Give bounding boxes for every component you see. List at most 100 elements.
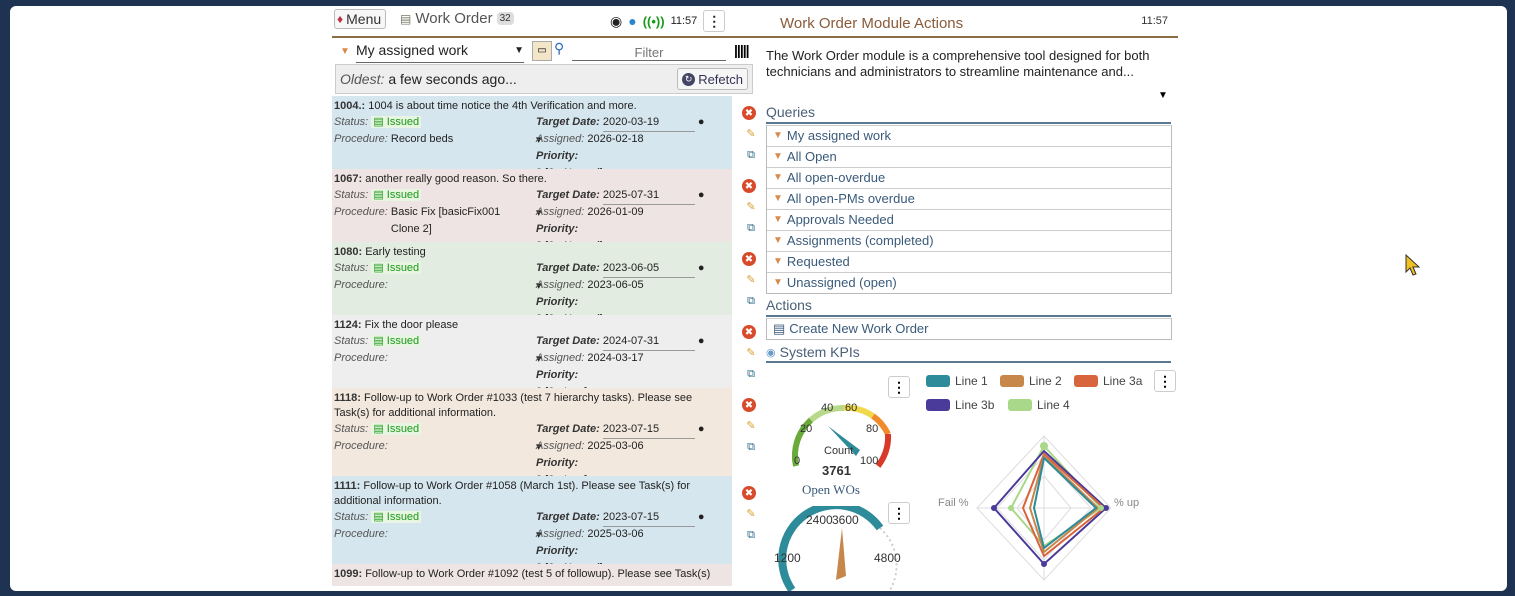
target-date-value[interactable]: 2025-07-31 xyxy=(602,187,695,205)
delete-icon[interactable]: ✖ xyxy=(742,398,756,412)
oldest-label: Oldest: xyxy=(340,71,385,87)
legend-swatch xyxy=(926,375,950,387)
work-order-card[interactable]: 1080: Early testing Status: ▤ Issued Targe… xyxy=(332,242,756,329)
filter-input[interactable] xyxy=(572,44,726,61)
signal-icon[interactable]: ((•)) xyxy=(643,14,665,29)
action-item-label: Create New Work Order xyxy=(789,321,929,336)
radar-axis-label: Fail % xyxy=(938,497,969,509)
target-date-value[interactable]: 2023-07-15 xyxy=(602,421,695,439)
target-date-value[interactable]: 2024-07-31 xyxy=(602,333,695,351)
target-date-value[interactable]: 2023-07-15 xyxy=(602,509,695,527)
work-order-card[interactable]: 1004.: 1004 is about time notice the 4th… xyxy=(332,96,756,183)
query-select[interactable]: My assigned work ▼ xyxy=(356,42,524,63)
query-item[interactable]: ▼ All open-PMs overdue xyxy=(767,188,1171,209)
assigned-value: 2026-01-09 xyxy=(587,206,644,218)
open-wos-gauge: 0 20 40 60 80 100 Count 3761 xyxy=(791,402,892,478)
legend-swatch xyxy=(926,399,950,411)
legend-label: Line 3b xyxy=(955,398,995,412)
work-order-title: 1067: another really good reason. So the… xyxy=(334,172,729,187)
work-order-description: Follow-up to Work Order #1092 (test 5 of… xyxy=(365,568,711,580)
query-item[interactable]: ▼ All Open xyxy=(767,146,1171,167)
procedure-row: Procedure: Assigned: 2024-03-17 xyxy=(334,350,732,367)
target-date-label: Target Date: xyxy=(536,262,600,274)
radar-chart: Fail % % up xyxy=(938,435,1139,581)
work-order-list-panel: ♦ Menu ▤ Work Order 32 ◉ ● ((•)) 11:57 ⋮… xyxy=(332,6,762,591)
chevron-down-icon: ▼ xyxy=(514,45,524,56)
target-date-label: Target Date: xyxy=(536,335,600,347)
panel-time: 11:57 xyxy=(1141,15,1168,27)
gauge2-options-icon[interactable]: ⋮ xyxy=(888,502,910,524)
expand-chevron-icon[interactable]: ▼ xyxy=(1158,90,1168,101)
query-item[interactable]: ▼ Assignments (completed) xyxy=(767,230,1171,251)
legend-entry[interactable]: Line 3b xyxy=(926,398,994,412)
search-icon[interactable]: ⚲ xyxy=(554,40,564,57)
delete-icon[interactable]: ✖ xyxy=(742,179,756,193)
kpi-heading: ◉ System KPIs xyxy=(766,343,1171,363)
target-date-value[interactable]: 2023-06-05 xyxy=(602,260,695,278)
status-row: Status: ▤ Issued Target Date: 2024-07-31 … xyxy=(334,333,732,365)
gauge2-tick: 1200 xyxy=(774,551,801,565)
pin-icon: ▼ xyxy=(773,235,783,246)
procedure-label: Procedure: xyxy=(334,440,388,452)
barcode-icon[interactable]: ||||| xyxy=(734,42,750,58)
status-value: ▤ Issued xyxy=(371,423,422,435)
delete-icon[interactable]: ✖ xyxy=(742,325,756,339)
assigned-field: Assigned: 2023-06-05 xyxy=(536,277,706,294)
delete-icon[interactable]: ✖ xyxy=(742,252,756,266)
assigned-label: Assigned: xyxy=(536,528,585,540)
folder-icon[interactable]: ▭ xyxy=(532,41,552,61)
assigned-label: Assigned: xyxy=(536,206,585,218)
refresh-icon: ↻ xyxy=(682,72,696,86)
procedure-label: Procedure: xyxy=(334,133,388,145)
assigned-label: Assigned: xyxy=(536,440,585,452)
priority-label: Priority: xyxy=(536,223,579,235)
legend-label: Line 3a xyxy=(1103,374,1143,388)
gauge2-needle xyxy=(836,528,846,580)
refetch-button[interactable]: ↻ Refetch xyxy=(677,68,748,90)
work-order-card[interactable]: 1111: Follow-up to Work Order #1058 (Mar… xyxy=(332,476,756,578)
sync-icon[interactable]: ● xyxy=(628,13,636,29)
query-item[interactable]: ▼ Approvals Needed xyxy=(767,209,1171,230)
pin-icon: ▼ xyxy=(773,172,783,183)
delete-icon[interactable]: ✖ xyxy=(742,486,756,500)
menu-button[interactable]: ♦ Menu xyxy=(334,9,387,29)
oldest-bar: Oldest: a few seconds ago... ↻ Refetch xyxy=(335,64,753,94)
delete-icon[interactable]: ✖ xyxy=(742,106,756,120)
query-item[interactable]: ▼ My assigned work xyxy=(767,125,1171,146)
more-options-icon[interactable]: ⋮ xyxy=(703,10,726,32)
query-item[interactable]: ▼ Unassigned (open) xyxy=(767,272,1171,293)
priority-row: Priority: 3 [3 - Low] ▾ xyxy=(334,455,732,490)
legend-entry[interactable]: Line 4 xyxy=(1008,398,1070,412)
procedure-row: Procedure: Basic Fix [basicFix001 Clone … xyxy=(334,204,732,235)
legend-entry[interactable]: Line 3a xyxy=(1074,374,1142,388)
work-order-card[interactable]: 1124: Fix the door please Status: ▤ Issue… xyxy=(332,315,756,402)
legend-entry[interactable]: Line 1 xyxy=(926,374,988,388)
work-order-id: 1124: xyxy=(334,319,362,331)
oldest-value: a few seconds ago... xyxy=(388,71,517,87)
query-item[interactable]: ▼ All open-overdue xyxy=(767,167,1171,188)
work-order-card[interactable]: 1118: Follow-up to Work Order #1033 (tes… xyxy=(332,388,756,490)
count-badge: 32 xyxy=(496,12,514,25)
gauge2-tick: 4800 xyxy=(874,551,901,565)
queries-heading: Queries xyxy=(766,104,1171,124)
user-icon[interactable]: ◉ xyxy=(610,13,622,30)
gauge1-tick: 20 xyxy=(800,423,812,435)
priority-label: Priority: xyxy=(536,457,579,469)
gauge1-options-icon[interactable]: ⋮ xyxy=(888,376,910,398)
target-date-value[interactable]: 2020-03-19 xyxy=(602,114,695,132)
legend-entry[interactable]: Line 2 xyxy=(1000,374,1062,388)
query-item[interactable]: ▼ Requested xyxy=(767,251,1171,272)
work-order-card[interactable]: 1099: Follow-up to Work Order #1092 (tes… xyxy=(332,564,732,586)
gauge1-center-label: Count xyxy=(824,445,853,457)
assigned-label: Assigned: xyxy=(536,352,585,364)
gauge1-title: Open WOs xyxy=(802,482,860,497)
target-date-label: Target Date: xyxy=(536,116,600,128)
action-item[interactable]: ▤ Create New Work Order xyxy=(767,318,1171,339)
gauge1-tick: 40 xyxy=(821,402,833,414)
radar-options-icon[interactable]: ⋮ xyxy=(1154,370,1176,392)
assigned-field: Assigned: 2025-03-06 xyxy=(536,438,706,455)
target-date-label: Target Date: xyxy=(536,189,600,201)
query-item-label: My assigned work xyxy=(786,128,891,143)
work-order-card[interactable]: 1067: another really good reason. So the… xyxy=(332,169,756,256)
pin-icon: ▼ xyxy=(340,46,350,57)
